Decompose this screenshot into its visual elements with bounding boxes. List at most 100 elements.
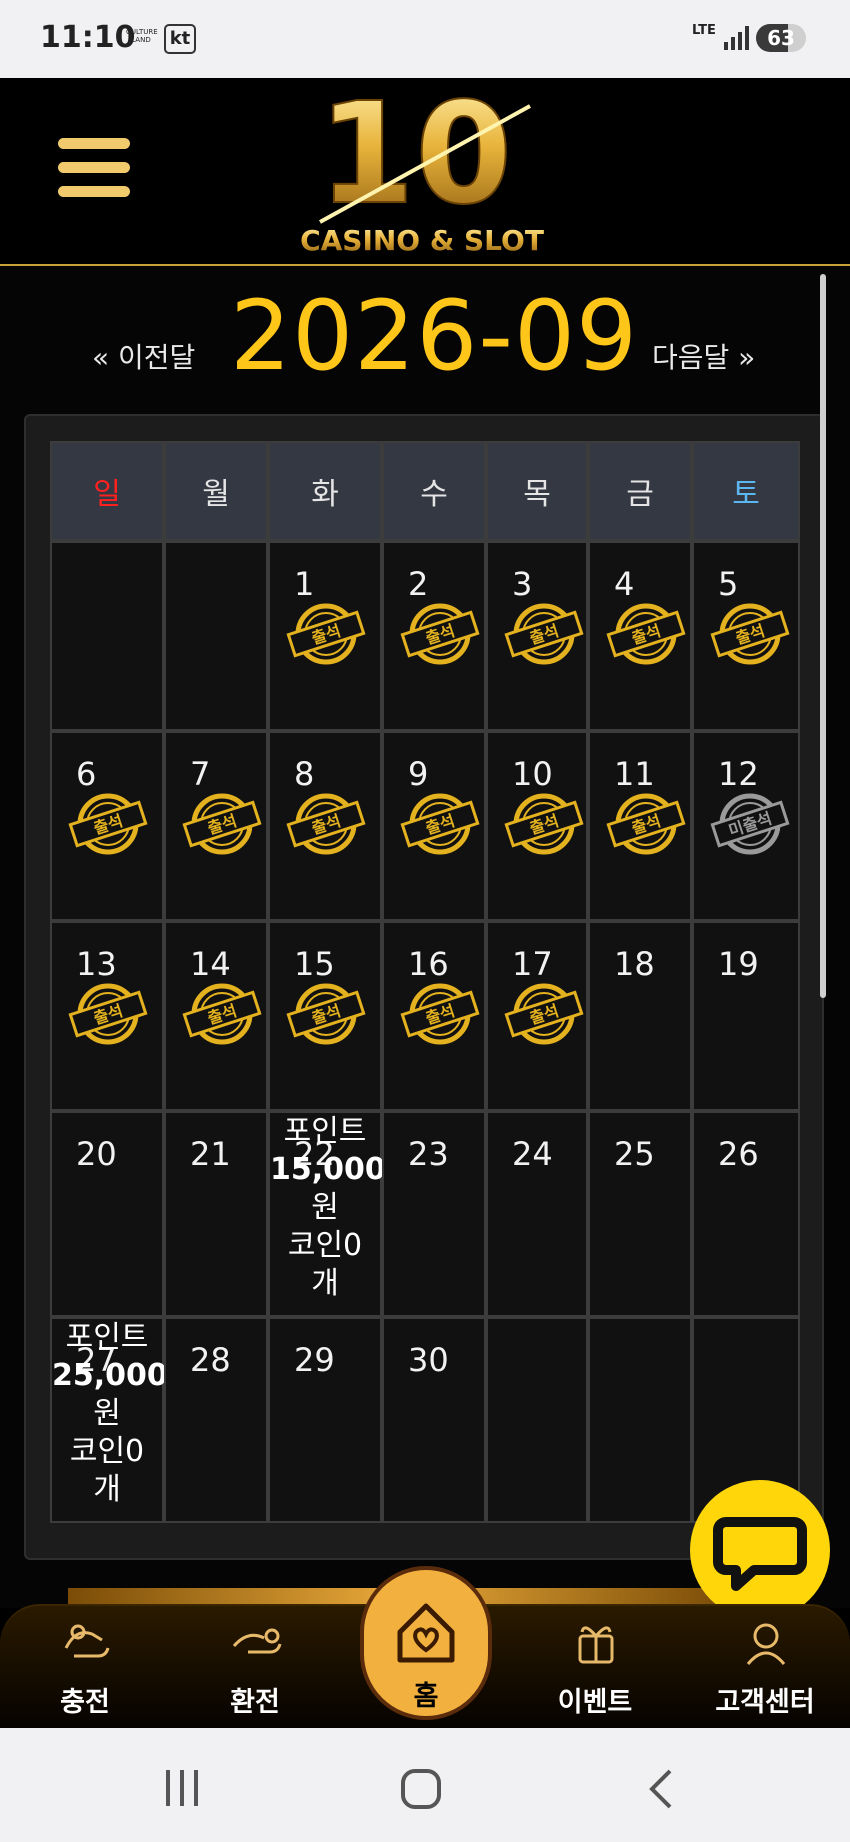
- carrier-badge: kt: [164, 24, 196, 54]
- calendar-empty-cell: [588, 1317, 692, 1523]
- carrier-logo: CULTURE LAND: [126, 28, 158, 44]
- chat-icon: [713, 1517, 807, 1591]
- weekday-sat: 토: [692, 441, 800, 541]
- nav-event[interactable]: 이벤트: [530, 1606, 660, 1730]
- attended-stamp-icon: 출석: [68, 793, 148, 855]
- casino-logo[interactable]: 10 CASINO & SLOT: [290, 84, 560, 260]
- calendar-empty-cell: [50, 541, 164, 731]
- attended-stamp-icon: 출석: [400, 983, 480, 1045]
- day-number: 16: [408, 945, 449, 983]
- calendar-day-26[interactable]: 26: [692, 1111, 800, 1317]
- attended-stamp-icon: 출석: [400, 793, 480, 855]
- calendar-day-3[interactable]: 3 출석: [486, 541, 588, 731]
- calendar-day-13[interactable]: 13 출석: [50, 921, 164, 1111]
- missed-stamp-icon: 미출석: [710, 793, 790, 855]
- attended-stamp-icon: 출석: [504, 983, 584, 1045]
- calendar-day-22[interactable]: 22 포인트 15,000 원 코인0 개: [268, 1111, 386, 1317]
- day-number: 20: [76, 1135, 117, 1173]
- calendar-day-6[interactable]: 6 출석: [50, 731, 164, 921]
- day-number: 15: [294, 945, 335, 983]
- calendar-day-23[interactable]: 23: [382, 1111, 486, 1317]
- day-number: 14: [190, 945, 231, 983]
- chat-button[interactable]: [690, 1480, 830, 1620]
- battery-level: 63: [767, 26, 795, 50]
- calendar-day-8[interactable]: 8 출석: [268, 731, 382, 921]
- site-header: 10 CASINO & SLOT: [0, 78, 850, 266]
- day-number: 17: [512, 945, 553, 983]
- next-month-link[interactable]: 다음달 »: [652, 336, 755, 376]
- home-icon: [397, 1603, 455, 1663]
- day-number: 10: [512, 755, 553, 793]
- attended-stamp-icon: 출석: [400, 603, 480, 665]
- nav-charge[interactable]: 충전: [20, 1606, 150, 1730]
- clock: 11:10: [40, 20, 136, 55]
- home-nav-icon[interactable]: [400, 1768, 442, 1810]
- prev-month-link[interactable]: « 이전달: [92, 336, 195, 376]
- day-number: 19: [718, 945, 759, 983]
- nav-support[interactable]: 고객센터: [700, 1606, 830, 1730]
- day-number: 21: [190, 1135, 231, 1173]
- attended-stamp-icon: 출석: [182, 983, 262, 1045]
- day-number: 23: [408, 1135, 449, 1173]
- system-navigation-bar: [0, 1728, 850, 1842]
- calendar-day-18[interactable]: 18: [588, 921, 692, 1111]
- calendar-day-5[interactable]: 5 출석: [692, 541, 800, 731]
- calendar-day-28[interactable]: 28: [164, 1317, 268, 1523]
- nav-home[interactable]: 홈: [360, 1566, 492, 1720]
- day-number: 13: [76, 945, 117, 983]
- calendar-day-2[interactable]: 2 출석: [382, 541, 486, 731]
- attended-stamp-icon: 출석: [504, 603, 584, 665]
- calendar-day-25[interactable]: 25: [588, 1111, 692, 1317]
- attended-stamp-icon: 출석: [286, 603, 366, 665]
- calendar-day-7[interactable]: 7 출석: [164, 731, 268, 921]
- day-number: 5: [718, 565, 739, 603]
- weekday-tue: 화: [268, 441, 382, 541]
- menu-icon[interactable]: [58, 138, 130, 202]
- day-number: 9: [408, 755, 429, 793]
- nav-home-label: 홈: [413, 1681, 439, 1712]
- calendar-day-21[interactable]: 21: [164, 1111, 268, 1317]
- attended-stamp-icon: 출석: [606, 603, 686, 665]
- calendar-empty-cell: [486, 1317, 588, 1523]
- day-number: 12: [718, 755, 759, 793]
- calendar-day-24[interactable]: 24: [486, 1111, 588, 1317]
- calendar-day-11[interactable]: 11 출석: [588, 731, 692, 921]
- weekday-sun: 일: [50, 441, 164, 541]
- battery-icon: 63: [756, 24, 806, 52]
- calendar-day-12[interactable]: 12 미출석: [692, 731, 800, 921]
- support-icon: [746, 1623, 786, 1665]
- day-number: 4: [614, 565, 635, 603]
- back-icon[interactable]: [646, 1768, 676, 1810]
- calendar-day-16[interactable]: 16 출석: [382, 921, 486, 1111]
- calendar-day-29[interactable]: 29: [268, 1317, 382, 1523]
- calendar-day-19[interactable]: 19: [692, 921, 800, 1111]
- recent-apps-icon[interactable]: [162, 1768, 202, 1808]
- calendar-day-9[interactable]: 9 출석: [382, 731, 486, 921]
- nav-exchange-label: 환전: [230, 1687, 280, 1718]
- calendar-day-20[interactable]: 20: [50, 1111, 164, 1317]
- calendar-day-10[interactable]: 10 출석: [486, 731, 588, 921]
- day-number: 30: [408, 1341, 449, 1379]
- calendar-day-15[interactable]: 15 출석: [268, 921, 382, 1111]
- calendar-day-17[interactable]: 17 출석: [486, 921, 588, 1111]
- calendar-day-4[interactable]: 4 출석: [588, 541, 692, 731]
- day-number: 28: [190, 1341, 231, 1379]
- day-number: 11: [614, 755, 655, 793]
- nav-charge-label: 충전: [60, 1687, 110, 1718]
- calendar-day-30[interactable]: 30: [382, 1317, 486, 1523]
- nav-exchange[interactable]: 환전: [190, 1606, 320, 1730]
- attended-stamp-icon: 출석: [504, 793, 584, 855]
- calendar-day-1[interactable]: 1 출석: [268, 541, 382, 731]
- scrollbar[interactable]: [820, 274, 826, 998]
- day-number: 25: [614, 1135, 655, 1173]
- day-number: 2: [408, 565, 429, 603]
- calendar-day-14[interactable]: 14 출석: [164, 921, 268, 1111]
- weekday-wed: 수: [382, 441, 486, 541]
- calendar-day-27[interactable]: 27 포인트 25,000 원 코인0 개: [50, 1317, 168, 1523]
- nav-support-label: 고객센터: [715, 1687, 815, 1718]
- month-title: 2026-09: [230, 280, 639, 392]
- attended-stamp-icon: 출석: [286, 793, 366, 855]
- attended-stamp-icon: 출석: [68, 983, 148, 1045]
- attended-stamp-icon: 출석: [182, 793, 262, 855]
- status-bar: 11:10 CULTURE LAND kt LTE 63: [0, 0, 850, 78]
